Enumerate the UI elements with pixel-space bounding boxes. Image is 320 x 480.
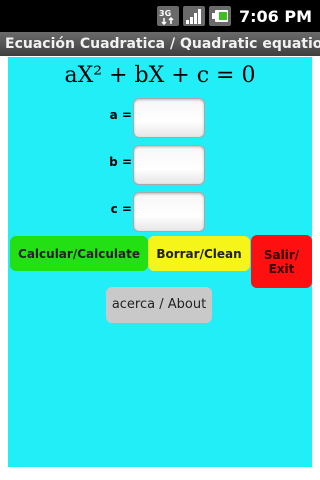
main-panel: aX² + bX + c = 0 a = b = c = Calcular/Ca… (8, 57, 312, 467)
status-clock: 7:06 PM (238, 6, 312, 26)
about-button[interactable]: acerca / About (106, 287, 212, 323)
coefficient-c-input[interactable] (133, 192, 205, 232)
battery-icon (208, 6, 231, 26)
clean-button[interactable]: Borrar/Clean (148, 236, 250, 271)
equation-text: aX² + bX + c = 0 (64, 63, 256, 88)
exit-label-line1: Salir/ (263, 247, 300, 262)
app-title: Ecuación Cuadratica / Quadratic equation (5, 36, 320, 52)
coefficient-a-label: a = (109, 108, 132, 122)
app-title-bar: Ecuación Cuadratica / Quadratic equation (0, 32, 320, 56)
exit-label-line2: Exit (268, 261, 295, 276)
network-3g-text: 3G (159, 9, 171, 18)
coefficient-a-input[interactable] (133, 98, 205, 138)
coefficient-c-label: c = (110, 202, 132, 216)
coefficient-b-input[interactable] (133, 145, 205, 185)
network-3g-icon: 3G (156, 6, 179, 26)
coefficient-b-label: b = (109, 155, 132, 169)
signal-strength-icon (182, 6, 205, 26)
quadratic-equation-formula: aX² + bX + c = 0 (8, 63, 312, 88)
calculate-button[interactable]: Calcular/Calculate (10, 236, 148, 271)
bottom-margin (0, 467, 320, 480)
status-bar: 3G 7:06 PM (0, 0, 320, 32)
exit-button[interactable]: Salir/ Exit (251, 235, 312, 288)
exit-button-label: Salir/ Exit (264, 248, 299, 276)
status-icons: 3G 7:06 PM (156, 6, 312, 26)
